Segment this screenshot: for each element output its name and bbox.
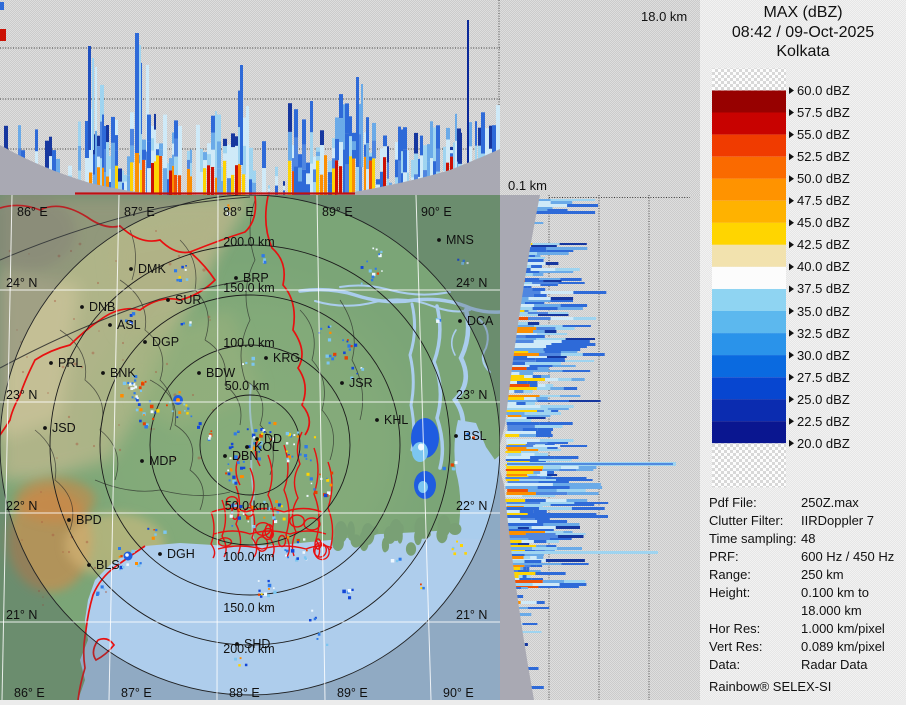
svg-text:SUR: SUR	[175, 293, 201, 307]
svg-text:21° N: 21° N	[6, 608, 37, 622]
svg-text:50.0 km: 50.0 km	[225, 499, 269, 513]
svg-text:87° E: 87° E	[121, 686, 152, 700]
svg-text:DGH: DGH	[167, 547, 195, 561]
svg-text:MNS: MNS	[446, 233, 474, 247]
svg-text:90° E: 90° E	[443, 686, 474, 700]
svg-text:200.0 km: 200.0 km	[223, 235, 274, 249]
svg-text:100.0 km: 100.0 km	[223, 550, 274, 564]
svg-text:MDP: MDP	[149, 454, 177, 468]
svg-text:KRG: KRG	[273, 351, 300, 365]
svg-text:DBN: DBN	[232, 449, 258, 463]
svg-text:DGP: DGP	[152, 335, 179, 349]
svg-text:88° E: 88° E	[229, 686, 260, 700]
svg-text:21° N: 21° N	[456, 608, 487, 622]
svg-text:SHD: SHD	[244, 637, 270, 651]
svg-text:ASL: ASL	[117, 318, 141, 332]
svg-text:24° N: 24° N	[6, 276, 37, 290]
svg-text:JSD: JSD	[52, 421, 76, 435]
svg-text:22° N: 22° N	[456, 499, 487, 513]
svg-text:86° E: 86° E	[17, 205, 48, 219]
svg-text:BDW: BDW	[206, 366, 235, 380]
svg-text:86° E: 86° E	[14, 686, 45, 700]
svg-text:150.0 km: 150.0 km	[223, 601, 274, 615]
svg-text:DMK: DMK	[138, 262, 166, 276]
svg-text:BNK: BNK	[110, 366, 136, 380]
svg-text:100.0 km: 100.0 km	[223, 336, 274, 350]
svg-text:BPD: BPD	[76, 513, 102, 527]
svg-text:89° E: 89° E	[337, 686, 368, 700]
svg-text:88° E: 88° E	[223, 205, 254, 219]
svg-text:87° E: 87° E	[124, 205, 155, 219]
svg-text:24° N: 24° N	[456, 276, 487, 290]
svg-text:PRL: PRL	[58, 356, 82, 370]
svg-text:DNB: DNB	[89, 300, 115, 314]
svg-text:BSL: BSL	[463, 429, 487, 443]
svg-text:23° N: 23° N	[456, 388, 487, 402]
svg-text:BLS: BLS	[96, 558, 120, 572]
svg-text:DCA: DCA	[467, 314, 494, 328]
svg-text:50.0 km: 50.0 km	[225, 379, 269, 393]
svg-text:KHL: KHL	[384, 413, 408, 427]
svg-text:BRP: BRP	[243, 271, 269, 285]
svg-text:90° E: 90° E	[421, 205, 452, 219]
svg-text:89° E: 89° E	[322, 205, 353, 219]
svg-text:JSR: JSR	[349, 376, 373, 390]
svg-text:23° N: 23° N	[6, 388, 37, 402]
svg-text:22° N: 22° N	[6, 499, 37, 513]
